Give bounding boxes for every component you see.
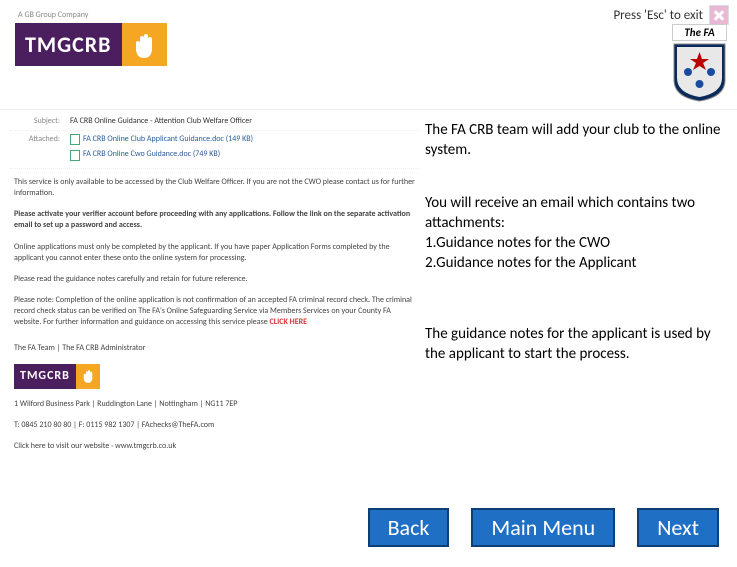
tmg-tagline: A GB Group Company [18, 10, 167, 20]
doc-icon [70, 134, 80, 145]
email-preview: Subject: FA CRB Online Guidance - Attent… [10, 113, 420, 433]
sig-address: 1 Wilford Business Park | Ruddington Lan… [14, 399, 416, 410]
close-icon[interactable] [709, 5, 729, 25]
main-menu-button[interactable]: Main Menu [471, 508, 615, 547]
attachment-item[interactable]: FA CRB Online Cwo Guidance.doc (749 KB) [70, 149, 220, 160]
tmg-logo-text: TMGCRB [15, 23, 122, 66]
callout-2: You will receive an email which contains… [425, 193, 727, 274]
exit-bar: Press 'Esc' to exit [613, 5, 729, 25]
fa-badge: The FA [672, 24, 727, 107]
fa-shield-icon [672, 42, 727, 102]
attachment-name: FA CRB Online Club Applicant Guidance.do… [83, 134, 253, 145]
doc-icon [70, 150, 80, 161]
attachments: FA CRB Online Club Applicant Guidance.do… [70, 134, 420, 165]
exit-hint: Press 'Esc' to exit [613, 8, 703, 23]
callout-1: The FA CRB team will add your club to th… [425, 120, 727, 161]
header: Press 'Esc' to exit The FA A GB Group Co… [0, 0, 737, 110]
body-paragraph: Please note: Completion of the online ap… [14, 295, 416, 329]
subject-value: FA CRB Online Guidance - Attention Club … [70, 116, 420, 127]
attachment-name: FA CRB Online Cwo Guidance.doc (749 KB) [83, 149, 220, 160]
tmg-logo: A GB Group Company TMGCRB [15, 10, 167, 66]
back-button[interactable]: Back [368, 508, 450, 547]
body-paragraph: Please activate your verifier account be… [14, 209, 416, 231]
email-body: This service is only available to be acc… [10, 169, 420, 470]
sig-contact: T: 0845 210 80 80 | F: 0115 982 1307 | F… [14, 420, 416, 431]
fa-label: The FA [672, 24, 727, 41]
hand-icon [76, 364, 100, 389]
next-button[interactable]: Next [637, 508, 719, 547]
click-here-link[interactable]: CLICK HERE [270, 317, 308, 327]
sig-website: Click here to visit our website · www.tm… [14, 441, 416, 452]
attachment-item[interactable]: FA CRB Online Club Applicant Guidance.do… [70, 134, 253, 145]
body-paragraph: Online applications must only be complet… [14, 242, 416, 264]
callout-3: The guidance notes for the applicant is … [425, 324, 727, 365]
body-paragraph: This service is only available to be acc… [14, 177, 416, 199]
hand-icon [122, 23, 167, 66]
callouts: The FA CRB team will add your club to th… [425, 120, 727, 396]
nav-buttons: Back Main Menu Next [368, 508, 719, 547]
sig-logo: TMGCRB [14, 364, 416, 389]
attached-label: Attached: [10, 134, 70, 165]
sig-team: The FA Team | The FA CRB Administrator [14, 343, 416, 354]
body-paragraph: Please read the guidance notes carefully… [14, 274, 416, 285]
signature: The FA Team | The FA CRB Administrator T… [14, 343, 416, 453]
subject-label: Subject: [10, 116, 70, 127]
